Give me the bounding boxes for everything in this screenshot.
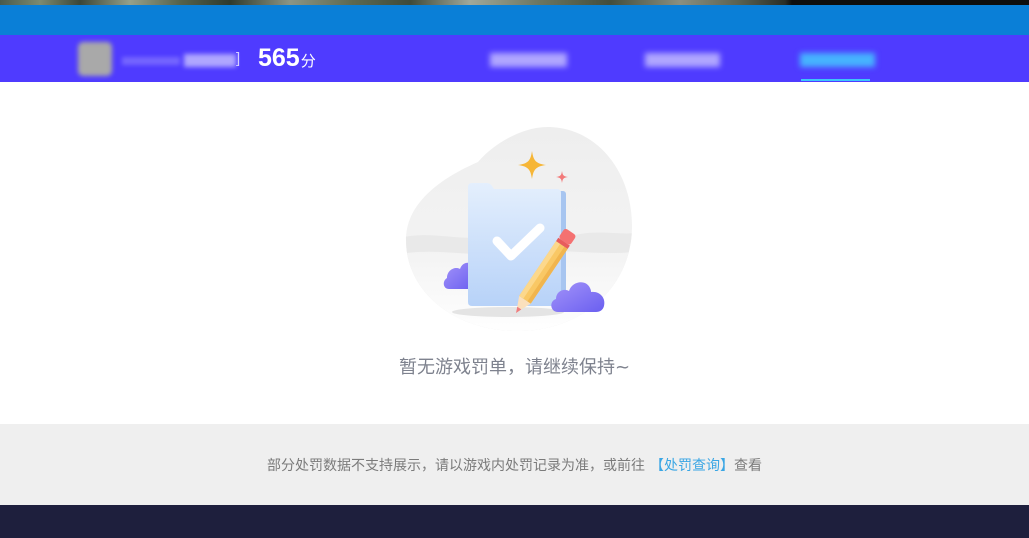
score-unit: 分 [300, 53, 316, 70]
footer [0, 505, 1029, 538]
active-tab-indicator [801, 79, 870, 81]
shadow [452, 307, 564, 317]
notice-suffix: 查看 [734, 457, 762, 474]
nav-tab-2[interactable] [645, 35, 720, 82]
notice-text: 部分处罚数据不支持展示，请以游戏内处罚记录为准，或前往 [267, 457, 645, 474]
nav-tab-label-redacted [800, 53, 875, 67]
score-value: 565 [258, 44, 300, 72]
username-redacted [122, 57, 180, 65]
credit-score: 565 分 [258, 43, 316, 73]
top-blue-bar [0, 5, 1029, 35]
server-name-redacted [184, 54, 236, 67]
nav-tab-1[interactable] [490, 35, 567, 82]
nav-tab-label-redacted [490, 53, 567, 67]
notice-bar: 部分处罚数据不支持展示，请以游戏内处罚记录为准，或前往 【处罚查询】 查看 [0, 424, 1029, 505]
empty-document-check-icon [406, 126, 633, 332]
header-bar: ] 565 分 [0, 35, 1029, 82]
empty-state-message: 暂无游戏罚单，请继续保持~ [398, 357, 631, 378]
nav-tab-3[interactable] [800, 35, 875, 82]
name-bracket: ] [236, 50, 241, 67]
penalty-query-link[interactable]: 【处罚查询】 [650, 455, 734, 475]
avatar-icon[interactable] [78, 42, 112, 76]
nav-tab-label-redacted [645, 53, 720, 67]
